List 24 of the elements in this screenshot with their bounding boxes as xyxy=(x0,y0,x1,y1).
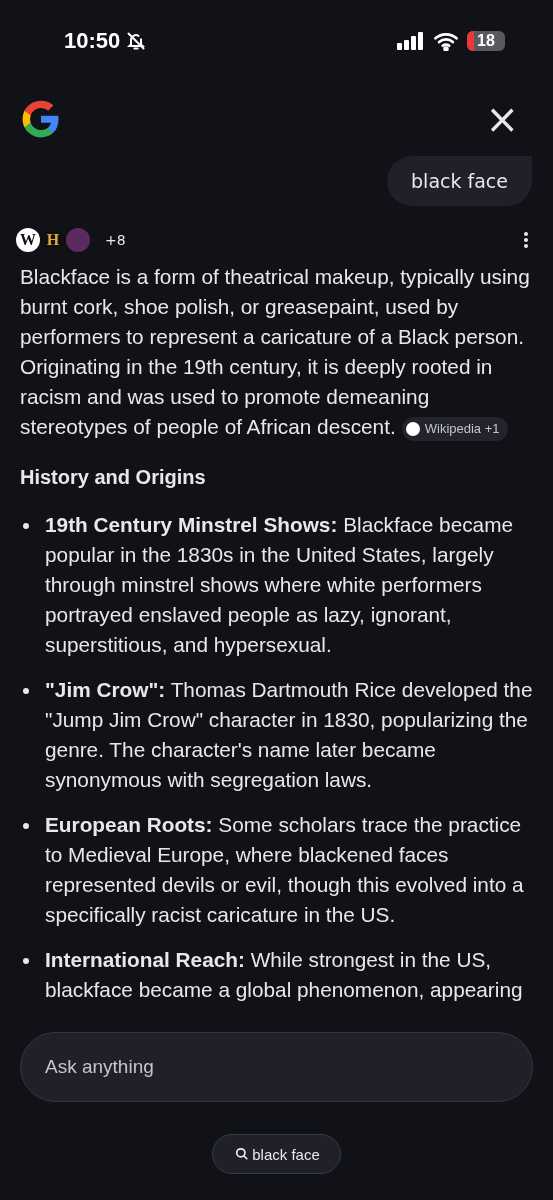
more-sources-count[interactable]: +8 xyxy=(105,232,126,248)
citation-chip[interactable]: Wikipedia +1 xyxy=(401,416,508,441)
section-heading: History and Origins xyxy=(20,465,207,490)
source-logo[interactable]: H xyxy=(41,228,65,252)
bullet-dot xyxy=(23,823,29,829)
search-icon xyxy=(235,1147,250,1161)
ask-field[interactable]: Ask anything xyxy=(20,1032,533,1102)
source-logo[interactable]: W xyxy=(16,228,40,252)
more-options-icon[interactable] xyxy=(523,231,529,249)
bullet-dot xyxy=(23,523,29,529)
answer-paragraph: Blackface is a form of theatrical makeup, typically using burnt cork, shoe polish, or greasepaint, used by performers to represent a caricature of a Black person. Originating in the 19th century, it is deeply rooted in racism and was used to promote demeaning stereotypes of people of African descent. Wikipedia +1 xyxy=(20,262,533,442)
bullet-text: 19th Century Minstrel Shows: Blackface became popular in the 1830s in the United States, largely through minstrel shows where white performers portrayed enslaved people as lazy, ignorant, superstitious, and hypersexual. xyxy=(45,512,515,658)
bullet-text: International Reach: While strongest in the US, blackface became a global phenomenon, appearing xyxy=(45,947,524,1003)
status-time: 10:50 xyxy=(64,28,121,54)
battery-indicator: 18 xyxy=(467,31,505,51)
signal-icon xyxy=(397,32,425,50)
search-chip[interactable]: black face xyxy=(212,1134,341,1174)
bullet-dot xyxy=(23,688,29,694)
query-bubble: black face xyxy=(387,156,532,206)
bullet-text: European Roots: Some scholars trace the practice to Medieval Europe, where blackened faces represented devils or evil, though this evolved into a specifically racist caricature in the US. xyxy=(45,812,525,928)
bullet-text: "Jim Crow": Thomas Dartmouth Rice developed the "Jump Jim Crow" character in 1830, popularizing the genre. The character's name later became synonymous with segregation laws. xyxy=(45,677,533,793)
wifi-icon xyxy=(433,31,459,51)
close-button[interactable]: × xyxy=(479,99,525,139)
bullet-dot xyxy=(23,958,29,964)
